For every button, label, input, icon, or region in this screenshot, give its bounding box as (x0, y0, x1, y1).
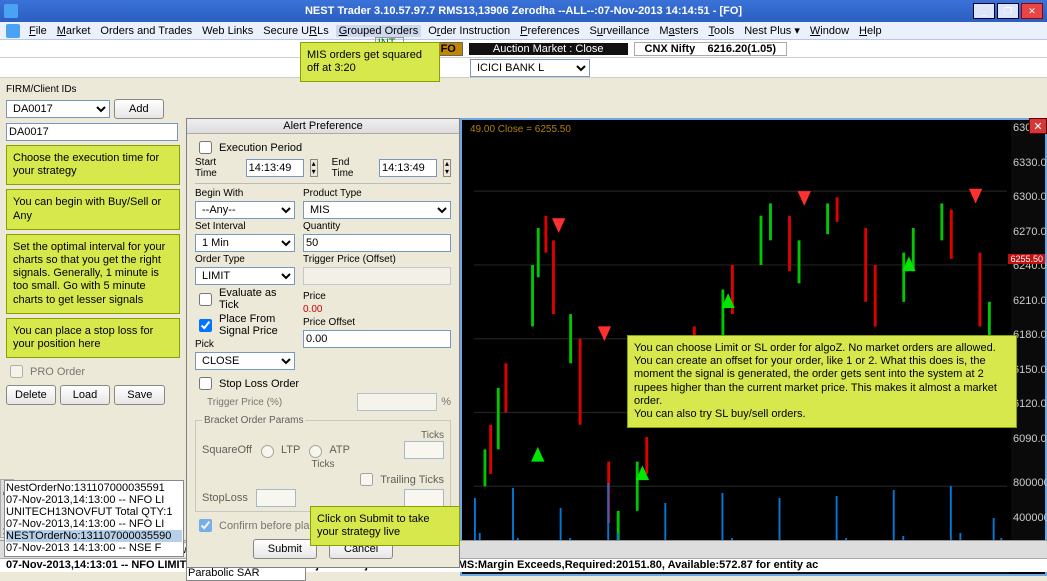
end-time-input[interactable] (379, 159, 437, 177)
menu-window[interactable]: Window (807, 25, 852, 37)
start-time-input[interactable] (246, 159, 304, 177)
list-item: UNITECH13NOVFUT Total QTY:1 (6, 506, 182, 518)
current-price-marker: 6255.50 (1008, 254, 1045, 264)
callout-stoploss: You can place a stop loss for your posit… (6, 318, 180, 358)
status-bar: 07-Nov-2013,14:13:01 -- NFO LIMIT ORDER … (0, 558, 1047, 572)
evaluate-tick-checkbox[interactable] (199, 293, 212, 306)
callout-order-type: You can choose Limit or SL order for alg… (627, 335, 1017, 428)
pro-order-checkbox[interactable] (10, 365, 23, 378)
window-titlebar: NEST Trader 3.10.57.97.7 RMS13,13906 Zer… (0, 0, 1047, 22)
sl-trigger-input[interactable] (357, 393, 437, 411)
menu-secure-urls[interactable]: Secure URLs (260, 25, 331, 37)
menu-masters[interactable]: Masters (656, 25, 701, 37)
app-logo-icon (6, 24, 20, 38)
menu-web-links[interactable]: Web Links (199, 25, 256, 37)
trigger-price-input[interactable] (303, 267, 451, 285)
list-item: 07-Nov-2013,14:13:00 -- NFO LI (6, 494, 182, 506)
confirm-before-place-checkbox[interactable] (199, 519, 212, 532)
delete-button[interactable]: Delete (6, 385, 56, 405)
alert-preference-panel: Alert Preference Execution Period Start … (186, 118, 460, 568)
execution-period-checkbox[interactable] (199, 141, 212, 154)
save-button[interactable]: Save (114, 385, 165, 405)
maximize-button[interactable]: ❐ (997, 3, 1019, 19)
order-type-select[interactable]: LIMIT (195, 267, 295, 285)
quote-toolbar: ⟳ 🖨 INTBRD ◉ NFO Auction Market : Close … (0, 40, 1047, 58)
menu-market[interactable]: Market (54, 25, 94, 37)
firm-client-label: FIRM/Client IDs (6, 84, 180, 95)
callout-submit: Click on Submit to take your strategy li… (310, 506, 460, 546)
alert-panel-title: Alert Preference (187, 119, 459, 134)
stoploss-ticks-input[interactable] (256, 489, 296, 507)
callout-interval: Set the optimal interval for your charts… (6, 234, 180, 314)
order-log-panel[interactable]: NestOrderNo:131107000035591 07-Nov-2013,… (4, 480, 184, 557)
window-title: NEST Trader 3.10.57.97.7 RMS13,13906 Zer… (305, 5, 742, 17)
firm-id-select[interactable]: DA0017 (6, 100, 110, 118)
symbol-toolbar: ICICI BANK L (0, 58, 1047, 78)
price-value: 0.00 (303, 304, 451, 315)
set-interval-select[interactable]: 1 Min (195, 234, 295, 252)
menu-orders-trades[interactable]: Orders and Trades (97, 25, 195, 37)
menu-help[interactable]: Help (856, 25, 885, 37)
list-item: 07-Nov-2013,14:13:00 -- NFO LI (6, 518, 182, 530)
place-signal-checkbox[interactable] (199, 319, 212, 332)
callout-mis: MIS orders get squared off at 3:20 (300, 42, 440, 82)
begin-with-select[interactable]: --Any-- (195, 201, 295, 219)
list-item: NestOrderNo:131107000035591 (6, 482, 182, 494)
spinner-icon[interactable]: ▴▾ (443, 159, 451, 177)
minimize-button[interactable]: _ (973, 3, 995, 19)
menu-file[interactable]: File (26, 25, 50, 37)
chart-header: 49.00 Close = 6255.50 (470, 124, 571, 135)
close-button[interactable]: ✕ (1021, 3, 1043, 19)
atp-radio[interactable] (309, 445, 322, 458)
ltp-radio[interactable] (261, 445, 274, 458)
squareoff-ticks-input[interactable] (404, 441, 444, 459)
load-button[interactable]: Load (60, 385, 110, 405)
list-item: NESTOrderNo:131107000035590 (6, 530, 182, 542)
callout-begin-with: You can begin with Buy/Sell or Any (6, 189, 180, 229)
stop-loss-checkbox[interactable] (199, 377, 212, 390)
spinner-icon[interactable]: ▴▾ (310, 159, 318, 177)
pick-select[interactable]: CLOSE (195, 352, 295, 370)
index-quote: CNX Nifty 6216.20(1.05) (634, 42, 787, 56)
price-offset-input[interactable] (303, 330, 451, 348)
trailing-ticks-input[interactable] (404, 489, 444, 507)
client-id-input[interactable] (6, 123, 178, 141)
menu-nest-plus[interactable]: Nest Plus ▾ (741, 24, 803, 37)
menu-tools[interactable]: Tools (706, 25, 738, 37)
symbol-select[interactable]: ICICI BANK L (470, 59, 590, 77)
list-item: 07-Nov-2013 14:13:00 -- NSE F (6, 542, 182, 554)
callout-exec-time: Choose the execution time for your strat… (6, 145, 180, 185)
quantity-input[interactable] (303, 234, 451, 252)
chart-close-button[interactable]: ✕ (1029, 118, 1047, 134)
add-button[interactable]: Add (114, 99, 164, 119)
trailing-ticks-checkbox[interactable] (360, 473, 373, 486)
submit-button[interactable]: Submit (253, 539, 317, 559)
app-icon (4, 4, 18, 18)
bracket-params-group: Bracket Order Params Ticks SquareOff LTP… (195, 415, 451, 512)
menu-order-instruction[interactable]: Order Instruction (425, 25, 513, 37)
menu-grouped-orders[interactable]: Grouped Orders (336, 25, 422, 37)
auction-status: Auction Market : Close (469, 43, 628, 55)
menu-surveillance[interactable]: Surveillance (586, 25, 652, 37)
product-type-select[interactable]: MIS (303, 201, 451, 219)
list-item[interactable]: Parabolic SAR (188, 567, 304, 579)
menu-preferences[interactable]: Preferences (517, 25, 582, 37)
